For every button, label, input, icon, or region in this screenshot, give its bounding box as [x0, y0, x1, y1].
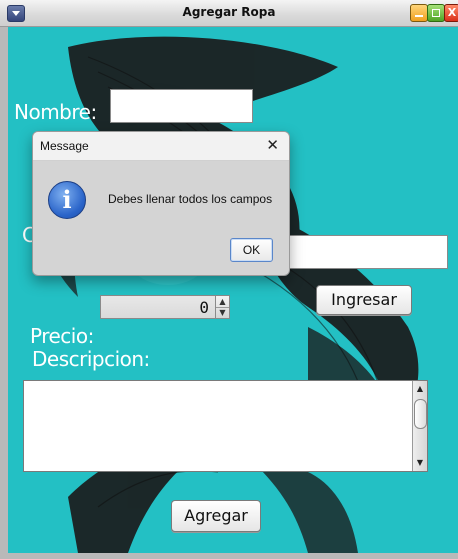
ingresar-button[interactable]: Ingresar [316, 285, 412, 315]
obscured-field-input[interactable] [280, 235, 448, 269]
precio-label: Precio: [30, 324, 94, 348]
ok-button[interactable]: OK [230, 238, 273, 262]
spinner-buttons: ▲ ▼ [215, 296, 229, 318]
title-bar[interactable]: Agregar Ropa X [0, 0, 458, 27]
scroll-thumb[interactable] [414, 399, 427, 429]
scroll-up-arrow[interactable]: ▲ [413, 383, 427, 395]
precio-spinner[interactable]: 0 ▲ ▼ [100, 295, 230, 319]
descripcion-textarea[interactable]: ▲ ▼ [23, 380, 428, 472]
scroll-down-arrow[interactable]: ▼ [413, 457, 427, 469]
agregar-button[interactable]: Agregar [171, 500, 261, 532]
form-panel: Nombre: C Precio: 0 ▲ ▼ Ingresar Descrip… [8, 27, 458, 553]
descripcion-label: Descripcion: [32, 347, 150, 371]
maximize-button[interactable] [427, 4, 445, 22]
window-title: Agregar Ropa [182, 5, 276, 19]
minimize-button[interactable] [410, 4, 428, 22]
nombre-input[interactable] [110, 89, 253, 123]
precio-value: 0 [199, 298, 209, 317]
app-window: Agregar Ropa X Nombre: C Precio: 0 ▲ ▼ I… [0, 0, 458, 559]
window-border-bottom [0, 553, 458, 559]
dialog-message: Debes llenar todos los campos [108, 192, 273, 206]
information-icon: i [48, 181, 86, 219]
dialog-title: Message [40, 139, 89, 153]
descripcion-scrollbar[interactable]: ▲ ▼ [412, 381, 427, 471]
dialog-close-icon[interactable]: ✕ [266, 136, 279, 154]
window-border-left [0, 27, 8, 553]
nombre-label: Nombre: [14, 100, 97, 124]
dialog-title-bar[interactable]: Message ✕ [33, 132, 289, 161]
spinner-down-button[interactable]: ▼ [216, 307, 229, 318]
message-dialog: Message ✕ i Debes llenar todos los campo… [32, 131, 290, 276]
close-button[interactable]: X [444, 4, 458, 22]
